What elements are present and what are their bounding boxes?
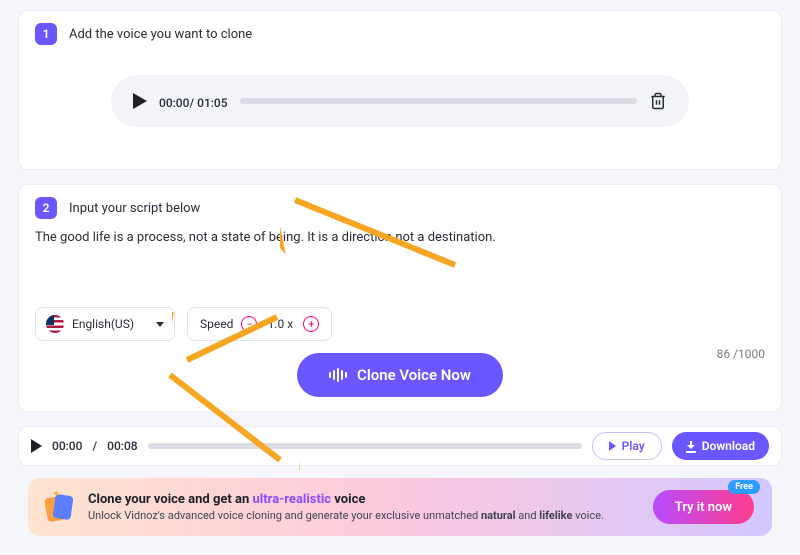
speed-control: Speed − 1.0 x + [187, 307, 332, 341]
step2-card: 2 Input your script below The good life … [18, 184, 782, 412]
speed-value: 1.0 x [265, 317, 295, 331]
controls-row: English(US) Speed − 1.0 x + [35, 307, 765, 341]
clone-voice-button[interactable]: Clone Voice Now [297, 353, 503, 397]
play-button[interactable]: Play [592, 432, 662, 460]
promo-title: Clone your voice and get an ultra-realis… [88, 492, 639, 507]
language-select[interactable]: English(US) [35, 307, 175, 341]
clone-row: Clone Voice Now [35, 353, 765, 397]
download-button-label: Download [702, 439, 755, 453]
result-play-icon[interactable] [31, 439, 42, 453]
result-time-current: 00:00 [52, 439, 82, 453]
play-icon[interactable] [133, 93, 147, 109]
try-wrap: Free Try it now [653, 490, 754, 524]
waveform-icon [329, 368, 347, 382]
script-textarea[interactable]: The good life is a process, not a state … [35, 229, 765, 247]
step2-badge: 2 [35, 197, 57, 219]
speed-label: Speed [200, 317, 233, 331]
chevron-down-icon [156, 322, 164, 327]
source-audio-player: 00:00/ 01:05 [111, 75, 689, 127]
promo-cards-icon: ✦ [46, 493, 74, 521]
download-button[interactable]: Download [672, 432, 769, 460]
promo-banner: ✦ Clone your voice and get an ultra-real… [28, 478, 772, 536]
clone-button-label: Clone Voice Now [357, 366, 471, 384]
speed-plus-button[interactable]: + [303, 316, 319, 332]
audio-time: 00:00/ 01:05 [159, 92, 228, 111]
promo-subtitle: Unlock Vidnoz's advanced voice cloning a… [88, 509, 639, 522]
result-time-total: 00:08 [107, 439, 137, 453]
step1-badge: 1 [35, 23, 57, 45]
promo-text: Clone your voice and get an ultra-realis… [88, 492, 639, 522]
step1-title: Add the voice you want to clone [69, 27, 252, 42]
step2-title: Input your script below [69, 201, 200, 216]
char-count: 86 /1000 [717, 347, 765, 361]
step2-header: 2 Input your script below [35, 197, 765, 219]
trash-icon[interactable] [649, 92, 667, 110]
result-audio-bar: 00:00 / 00:08 Play Download [18, 426, 782, 466]
step1-header: 1 Add the voice you want to clone [35, 23, 765, 45]
step1-card: 1 Add the voice you want to clone 00:00/… [18, 10, 782, 170]
play-button-label: Play [622, 439, 645, 453]
result-time-sep: / [92, 439, 97, 453]
try-it-now-button[interactable]: Try it now [653, 490, 754, 524]
language-label: English(US) [72, 317, 148, 331]
play-triangle-icon [609, 441, 616, 451]
result-progress-track[interactable] [148, 443, 582, 449]
download-icon [686, 441, 696, 451]
audio-progress-track[interactable] [240, 98, 637, 104]
free-badge: Free [728, 480, 760, 494]
us-flag-icon [46, 315, 64, 333]
speed-minus-button[interactable]: − [241, 316, 257, 332]
